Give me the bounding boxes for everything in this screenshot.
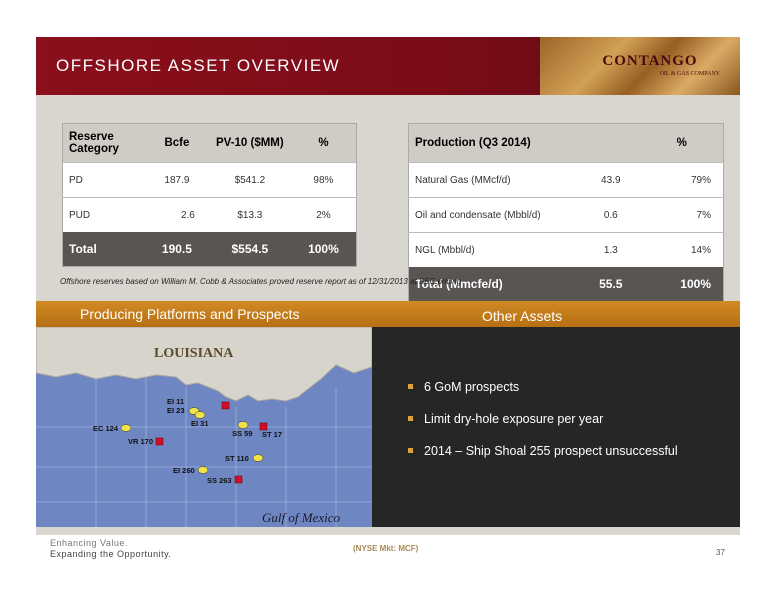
list-item: 6 GoM prospects xyxy=(408,380,678,412)
marker-ec124 xyxy=(120,424,132,432)
logo: CONTANGO OIL & GAS COMPANY xyxy=(540,37,740,95)
marker-label: EI 260 xyxy=(173,466,195,475)
column-header: % xyxy=(290,123,357,163)
marker-ss263 xyxy=(234,475,243,484)
table-row: NGL (Mbbl/d) 1.3 14% xyxy=(408,232,724,267)
column-header: PV-10 ($MM) xyxy=(208,123,291,163)
marker-label: EI 23 xyxy=(167,406,185,415)
table-header-row: Production (Q3 2014) % xyxy=(408,123,724,163)
slide: OFFSHORE ASSET OVERVIEW CONTANGO OIL & G… xyxy=(36,37,740,535)
section-title-producing: Producing Platforms and Prospects xyxy=(80,306,300,322)
marker-st110 xyxy=(252,454,264,462)
list-item: Limit dry-hole exposure per year xyxy=(408,412,678,444)
list-item-text: Limit dry-hole exposure per year xyxy=(424,412,604,426)
marker-ei31 xyxy=(194,411,206,419)
column-header: Production (Q3 2014) xyxy=(408,123,641,163)
map-graphic: LOUISIANA Gulf of Mexico EI 11 EI 23 EI … xyxy=(36,327,372,527)
table-row: Natural Gas (MMcf/d) 43.9 79% xyxy=(408,162,724,198)
list-item: 2014 – Ship Shoal 255 prospect unsuccess… xyxy=(408,444,678,476)
logo-text: CONTANGO xyxy=(602,53,698,69)
table-cell: 0.6 xyxy=(581,197,641,233)
marker-label: ST 110 xyxy=(225,454,249,463)
marker-label: EI 11 xyxy=(167,397,184,406)
table-cell: 98% xyxy=(290,162,357,198)
louisiana-label: LOUISIANA xyxy=(154,346,234,361)
page-number: 37 xyxy=(716,548,725,557)
marker-label: SS 263 xyxy=(207,476,232,485)
column-header: Reserve Category xyxy=(62,123,145,163)
bullet-square-icon xyxy=(408,384,413,389)
marker-ss59 xyxy=(237,421,249,429)
footer-ticker: (NYSE Mkt: MCF) xyxy=(353,544,419,553)
column-header: % xyxy=(640,123,724,163)
marker-ei11 xyxy=(221,401,230,410)
footer-tagline-2: Expanding the Opportunity. xyxy=(50,549,172,559)
logo-subtext: OIL & GAS COMPANY xyxy=(659,71,720,77)
table-cell: Oil and condensate (Mbbl/d) xyxy=(408,197,581,233)
table-cell: 2.6 xyxy=(145,197,209,232)
table-cell: NGL (Mbbl/d) xyxy=(408,232,581,267)
table-cell: 187.9 xyxy=(145,162,209,198)
table-row: PUD 2.6 $13.3 2% xyxy=(62,197,357,232)
bullet-square-icon xyxy=(408,416,413,421)
table-cell: 7% xyxy=(640,197,724,233)
footnote: Offshore reserves based on William M. Co… xyxy=(60,277,462,286)
table-cell: PUD xyxy=(62,197,145,232)
marker-vr170 xyxy=(155,437,164,446)
table-cell: $554.5 xyxy=(208,232,291,267)
header-bar: OFFSHORE ASSET OVERVIEW CONTANGO OIL & G… xyxy=(36,37,740,95)
other-assets-list: 6 GoM prospects Limit dry-hole exposure … xyxy=(408,380,678,476)
table-cell: PD xyxy=(62,162,145,198)
table-header-row: Reserve Category Bcfe PV-10 ($MM) % xyxy=(62,123,357,163)
table-cell: 100% xyxy=(640,267,724,302)
table-cell: 43.9 xyxy=(581,162,641,198)
table-total-row: Total 190.5 $554.5 100% xyxy=(62,232,357,267)
marker-ei260 xyxy=(197,466,209,474)
marker-label: VR 170 xyxy=(128,437,153,446)
reserves-table: Reserve Category Bcfe PV-10 ($MM) % PD 1… xyxy=(62,123,357,267)
list-item-text: 6 GoM prospects xyxy=(424,380,520,394)
page-title: OFFSHORE ASSET OVERVIEW xyxy=(56,56,341,75)
table-row: PD 187.9 $541.2 98% xyxy=(62,162,357,198)
marker-st17 xyxy=(259,422,268,431)
table-cell: 190.5 xyxy=(145,232,209,267)
table-cell: Natural Gas (MMcf/d) xyxy=(408,162,581,198)
footer-tagline-1: Enhancing Value. xyxy=(50,538,128,548)
marker-label: EI 31 xyxy=(191,419,209,428)
table-cell: 14% xyxy=(640,232,724,267)
table-cell: 79% xyxy=(640,162,724,198)
table-cell: 100% xyxy=(290,232,357,267)
lease-block-grid xyxy=(36,377,372,527)
table-cell: 2% xyxy=(290,197,357,232)
gulf-label: Gulf of Mexico xyxy=(262,510,340,525)
table-cell: 1.3 xyxy=(581,232,641,267)
marker-label: ST 17 xyxy=(262,430,282,439)
production-table: Production (Q3 2014) % Natural Gas (MMcf… xyxy=(408,123,724,302)
section-title-other-assets: Other Assets xyxy=(482,308,563,324)
louisiana-landmass xyxy=(36,327,372,402)
gulf-map: LOUISIANA Gulf of Mexico EI 11 EI 23 EI … xyxy=(36,327,372,527)
table-cell: $13.3 xyxy=(208,197,291,232)
marker-label: SS 59 xyxy=(232,429,252,438)
table-cell: 55.5 xyxy=(581,267,641,302)
table-cell: Total xyxy=(62,232,145,267)
list-item-text: 2014 – Ship Shoal 255 prospect unsuccess… xyxy=(424,444,678,458)
table-cell: $541.2 xyxy=(208,162,291,198)
section-band: Producing Platforms and Prospects Other … xyxy=(36,301,740,327)
bullet-square-icon xyxy=(408,448,413,453)
table-row: Oil and condensate (Mbbl/d) 0.6 7% xyxy=(408,197,724,233)
marker-label: EC 124 xyxy=(93,424,119,433)
column-header: Bcfe xyxy=(145,123,209,163)
